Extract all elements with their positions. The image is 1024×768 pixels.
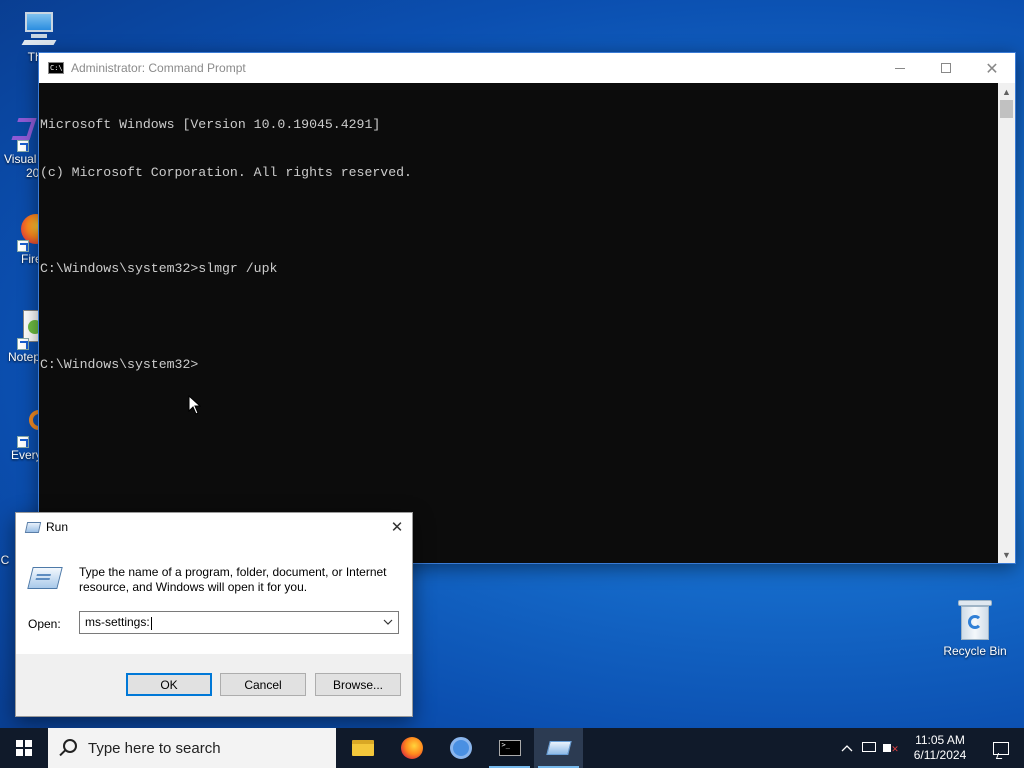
everything-search-icon [1, 408, 49, 448]
command-prompt-icon: C:\ [48, 62, 64, 74]
dialog-title-bar[interactable]: Run ✕ [16, 513, 412, 541]
taskbar-firefox[interactable] [387, 728, 436, 768]
visual-studio-icon [1, 112, 41, 152]
dialog-title: Run [46, 520, 69, 534]
terminal-icon: >_ [498, 740, 521, 756]
volume-muted-icon[interactable]: ✕ [880, 741, 902, 755]
minimize-button[interactable] [877, 53, 923, 83]
system-tray: ✕ 11:05 AM 6/11/2024 [836, 728, 1024, 768]
computer-icon [19, 10, 59, 50]
console-line: C:\Windows\system32>slmgr /upk [40, 261, 278, 276]
window-title: Administrator: Command Prompt [71, 61, 246, 75]
browse-button[interactable]: Browse... [315, 673, 401, 696]
start-button[interactable] [0, 728, 48, 768]
shortcut-arrow-icon [17, 338, 29, 350]
open-input[interactable]: ms-settings: [80, 615, 378, 630]
open-input-value: ms-settings: [85, 615, 150, 630]
maximize-icon [941, 63, 951, 73]
open-label-text: Open: [28, 617, 61, 631]
chevron-down-icon[interactable] [378, 617, 398, 628]
notepad-icon [1, 310, 47, 350]
search-placeholder: Type here to search [88, 739, 221, 757]
ok-button[interactable]: OK [126, 673, 212, 696]
windows-logo-icon [16, 740, 32, 756]
taskbar-run[interactable] [534, 728, 583, 768]
run-icon [545, 741, 572, 755]
shortcut-arrow-icon [17, 436, 29, 448]
title-bar[interactable]: C:\ Administrator: Command Prompt ✕ [39, 53, 1015, 83]
console-output[interactable]: Microsoft Windows [Version 10.0.19045.42… [39, 83, 998, 563]
open-label: Open: [28, 617, 61, 631]
text-caret [150, 616, 152, 630]
firefox-icon [1, 212, 51, 252]
close-icon: ✕ [985, 58, 999, 78]
console-line: Microsoft Windows [Version 10.0.19045.42… [40, 117, 381, 132]
shortcut-arrow-icon [17, 240, 29, 252]
chevron-up-icon[interactable] [836, 741, 858, 755]
console-line: (c) Microsoft Corporation. All rights re… [40, 165, 412, 180]
notification-icon [993, 741, 1009, 755]
taskbar: Type here to search >_ ✕ 11:05 AM 6/11/2… [0, 728, 1024, 768]
clock-time: 11:05 AM [915, 733, 965, 747]
shortcut-arrow-icon [17, 140, 29, 152]
firefox-icon [400, 737, 423, 759]
vertical-scrollbar[interactable]: ▲ ▼ [998, 83, 1015, 563]
run-app-icon [27, 567, 63, 589]
taskbar-file-explorer[interactable] [338, 728, 387, 768]
desktop-icon-label: C [0, 553, 10, 567]
desktop-icon-partial[interactable]: C [0, 553, 12, 567]
desktop-icon-label: Recycle Bin [943, 644, 1007, 658]
close-button[interactable]: ✕ [382, 518, 412, 536]
cancel-button[interactable]: Cancel [220, 673, 306, 696]
run-dialog[interactable]: Run ✕ Type the name of a program, folder… [15, 512, 413, 717]
action-center-button[interactable] [978, 741, 1024, 755]
folder-icon [351, 740, 374, 756]
close-button[interactable]: ✕ [969, 53, 1015, 83]
taskbar-command-prompt[interactable]: >_ [485, 728, 534, 768]
dialog-body: Type the name of a program, folder, docu… [16, 541, 412, 655]
dialog-footer: OK Cancel Browse... [16, 654, 412, 716]
clock[interactable]: 11:05 AM 6/11/2024 [902, 733, 978, 763]
chrome-icon [449, 737, 472, 759]
clock-date: 6/11/2024 [913, 748, 967, 762]
scroll-up-arrow-icon[interactable]: ▲ [998, 83, 1015, 100]
scrollbar-thumb[interactable] [1000, 100, 1013, 118]
open-combobox[interactable]: ms-settings: [79, 611, 399, 634]
taskbar-search-box[interactable]: Type here to search [48, 728, 336, 768]
minimize-icon [895, 67, 905, 69]
dialog-description: Type the name of a program, folder, docu… [79, 565, 387, 594]
console-prompt-line: C:\Windows\system32> [40, 357, 199, 372]
taskbar-chrome[interactable] [436, 728, 485, 768]
search-icon [48, 739, 88, 755]
close-icon: ✕ [390, 518, 404, 536]
run-icon [24, 521, 42, 533]
scroll-down-arrow-icon[interactable]: ▼ [998, 546, 1015, 563]
desktop-icon-recycle-bin[interactable]: Recycle Bin [940, 600, 1010, 658]
maximize-button[interactable] [923, 53, 969, 83]
command-prompt-window[interactable]: C:\ Administrator: Command Prompt ✕ Micr… [38, 52, 1016, 564]
recycle-bin-icon [958, 600, 992, 640]
network-icon[interactable] [858, 741, 880, 755]
